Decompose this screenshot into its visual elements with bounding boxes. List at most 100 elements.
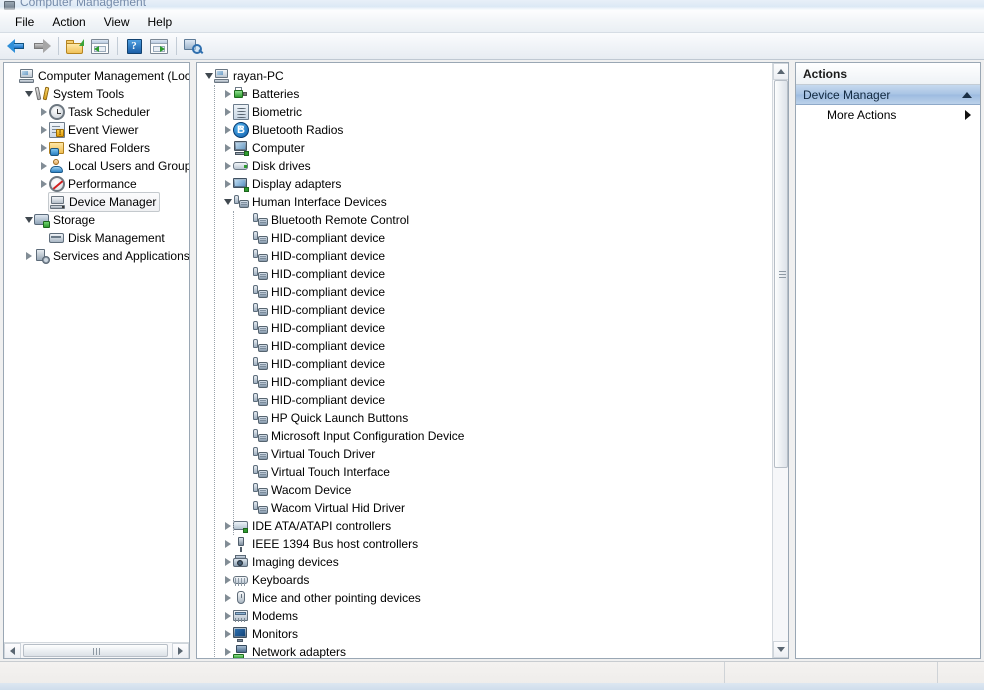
device-tree-category[interactable]: Display adapters (197, 175, 788, 193)
expander-collapsed-icon[interactable] (222, 126, 233, 134)
action-more-actions[interactable]: More Actions (796, 105, 980, 125)
console-tree-item[interactable]: Shared Folders (4, 139, 189, 157)
hscroll-left-arrow[interactable] (4, 643, 21, 658)
expander-collapsed-icon[interactable] (222, 90, 233, 98)
device-tree-root[interactable]: rayan-PC (197, 67, 788, 85)
device-tree-leaf[interactable]: HID-compliant device (197, 229, 788, 247)
device-tree-leaf[interactable]: HID-compliant device (197, 391, 788, 409)
forward-button[interactable] (29, 35, 53, 58)
expander-expanded-icon[interactable] (222, 199, 233, 205)
menu-view[interactable]: View (95, 12, 139, 32)
back-button[interactable] (4, 35, 28, 58)
console-tree-item[interactable]: System Tools (4, 85, 189, 103)
device-tree-leaf[interactable]: HP Quick Launch Buttons (197, 409, 788, 427)
scan-for-hardware-changes-button[interactable] (181, 35, 205, 58)
device-tree-category[interactable]: Keyboards (197, 571, 788, 589)
menu-help[interactable]: Help (139, 12, 182, 32)
show-hide-action-pane-button[interactable] (147, 35, 171, 58)
device-tree-category[interactable]: Imaging devices (197, 553, 788, 571)
console-tree-item[interactable]: Services and Applications (4, 247, 189, 265)
device-tree-category[interactable]: Computer (197, 139, 788, 157)
device-tree[interactable]: rayan-PCBatteriesBiometricBBluetooth Rad… (197, 63, 788, 658)
expander-collapsed-icon[interactable] (222, 108, 233, 116)
expander-collapsed-icon[interactable] (222, 162, 233, 170)
expander-collapsed-icon[interactable] (38, 162, 49, 170)
expander-expanded-icon[interactable] (23, 217, 34, 223)
console-tree-hscrollbar[interactable] (4, 642, 189, 658)
device-tree-category[interactable]: Disk drives (197, 157, 788, 175)
vscroll-up-arrow[interactable] (773, 63, 788, 80)
device-tree-category[interactable]: IEEE 1394 Bus host controllers (197, 535, 788, 553)
expander-expanded-icon[interactable] (203, 73, 214, 79)
device-tree-leaf[interactable]: Bluetooth Remote Control (197, 211, 788, 229)
device-tree-category[interactable]: Mice and other pointing devices (197, 589, 788, 607)
chevron-up-icon[interactable] (962, 91, 972, 98)
expander-collapsed-icon[interactable] (222, 522, 233, 530)
show-hide-console-tree-button[interactable] (88, 35, 112, 58)
device-tree-category[interactable]: Monitors (197, 625, 788, 643)
device-tree-category[interactable]: Biometric (197, 103, 788, 121)
expander-collapsed-icon[interactable] (222, 576, 233, 584)
expander-expanded-icon[interactable] (23, 91, 34, 97)
device-tree-leaf[interactable]: HID-compliant device (197, 373, 788, 391)
device-tree-leaf[interactable]: HID-compliant device (197, 337, 788, 355)
console-tree-item[interactable]: Task Scheduler (4, 103, 189, 121)
expander-collapsed-icon[interactable] (222, 558, 233, 566)
device-tree-leaf[interactable]: Microsoft Input Configuration Device (197, 427, 788, 445)
console-tree-item[interactable]: Performance (4, 175, 189, 193)
console-tree-item[interactable]: Disk Management (4, 229, 189, 247)
window-title-bar: Computer Management (0, 0, 984, 11)
toolbar-separator-2 (117, 37, 118, 55)
expander-collapsed-icon[interactable] (23, 252, 34, 260)
device-tree-vscrollbar[interactable] (772, 63, 788, 658)
menu-file[interactable]: File (6, 12, 43, 32)
device-tree-leaf[interactable]: Wacom Device (197, 481, 788, 499)
device-tree-category[interactable]: Network adapters (197, 643, 788, 658)
expander-collapsed-icon[interactable] (222, 144, 233, 152)
console-tree-item[interactable]: Computer Management (Local (4, 67, 189, 85)
device-tree-category[interactable]: Modems (197, 607, 788, 625)
vscroll-down-arrow[interactable] (773, 641, 788, 658)
expander-collapsed-icon[interactable] (222, 540, 233, 548)
window-bottom-edge (0, 683, 984, 690)
up-one-level-button[interactable] (63, 35, 87, 58)
expander-collapsed-icon[interactable] (38, 126, 49, 134)
help-button[interactable]: ? (122, 35, 146, 58)
menu-action[interactable]: Action (43, 12, 94, 32)
expander-collapsed-icon[interactable] (38, 108, 49, 116)
console-tree[interactable]: Computer Management (Local System Tools Ta… (4, 63, 189, 265)
vscroll-thumb[interactable] (774, 80, 788, 468)
expander-collapsed-icon[interactable] (222, 648, 233, 656)
expander-collapsed-icon[interactable] (222, 180, 233, 188)
device-tree-leaf[interactable]: HID-compliant device (197, 283, 788, 301)
expander-collapsed-icon[interactable] (222, 630, 233, 638)
device-tree-category[interactable]: Human Interface Devices (197, 193, 788, 211)
device-tree-leaf[interactable]: HID-compliant device (197, 247, 788, 265)
hscroll-right-arrow[interactable] (172, 643, 189, 658)
device-tree-category[interactable]: Batteries (197, 85, 788, 103)
device-tree-leaf[interactable]: Wacom Virtual Hid Driver (197, 499, 788, 517)
actions-pane: Actions Device Manager More Actions (795, 62, 981, 659)
biometric-icon (233, 104, 249, 120)
device-tree-item-label: Wacom Virtual Hid Driver (271, 501, 406, 515)
device-tree-category[interactable]: BBluetooth Radios (197, 121, 788, 139)
actions-group-device-manager[interactable]: Device Manager (796, 85, 980, 105)
device-tree-leaf[interactable]: HID-compliant device (197, 301, 788, 319)
disk-drives-icon (233, 158, 249, 174)
console-tree-item[interactable]: Local Users and Groups (4, 157, 189, 175)
device-tree-leaf[interactable]: HID-compliant device (197, 265, 788, 283)
hscroll-thumb[interactable] (23, 644, 168, 657)
expander-collapsed-icon[interactable] (38, 180, 49, 188)
expander-collapsed-icon[interactable] (222, 612, 233, 620)
device-tree-category[interactable]: IDE ATA/ATAPI controllers (197, 517, 788, 535)
expander-collapsed-icon[interactable] (38, 144, 49, 152)
console-tree-item[interactable]: ! Event Viewer (4, 121, 189, 139)
device-tree-leaf[interactable]: HID-compliant device (197, 319, 788, 337)
device-tree-leaf[interactable]: HID-compliant device (197, 355, 788, 373)
device-tree-item-label: Display adapters (252, 177, 342, 191)
device-tree-leaf[interactable]: Virtual Touch Driver (197, 445, 788, 463)
expander-collapsed-icon[interactable] (222, 594, 233, 602)
console-tree-item[interactable]: Storage (4, 211, 189, 229)
device-tree-leaf[interactable]: Virtual Touch Interface (197, 463, 788, 481)
console-tree-item[interactable]: Device Manager (4, 192, 189, 212)
